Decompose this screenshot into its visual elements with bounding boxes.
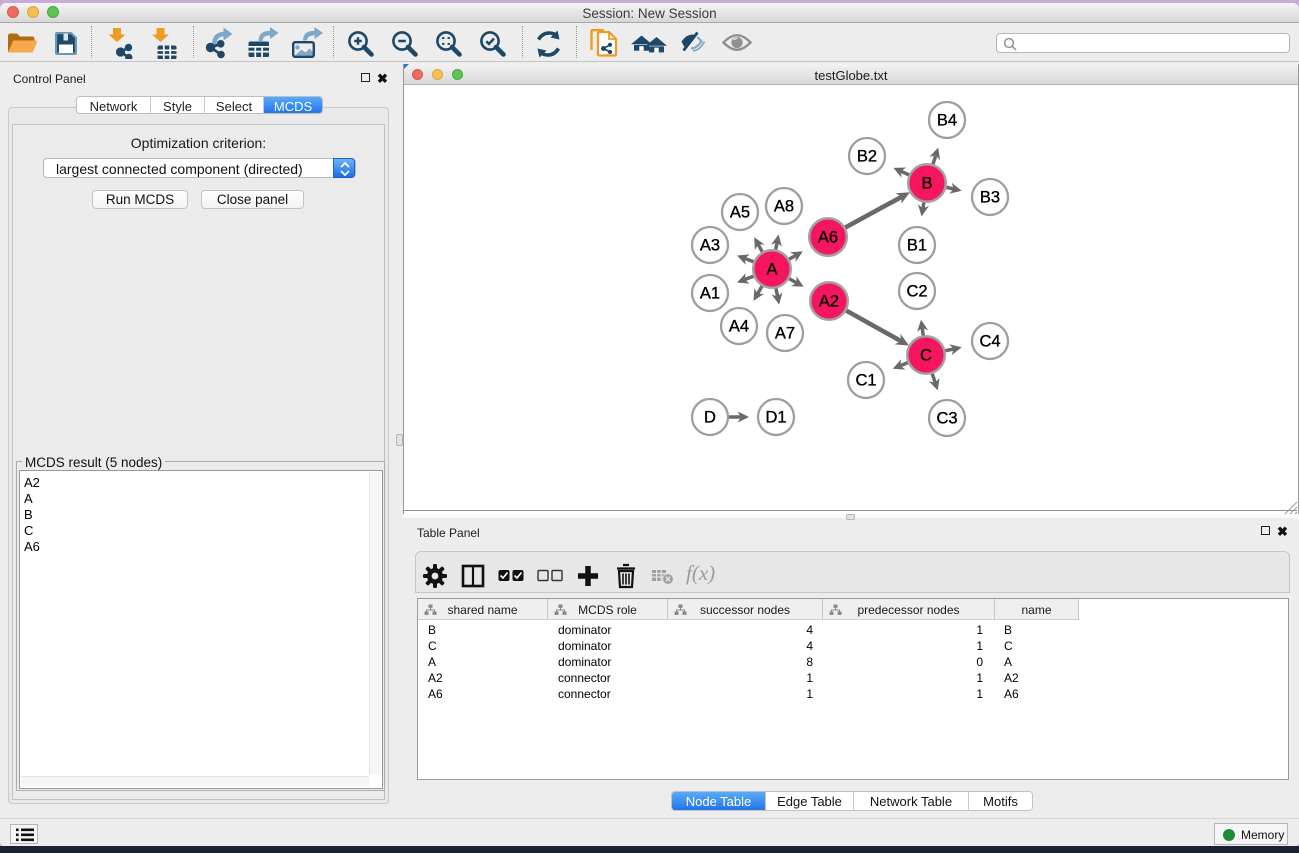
svg-text:B: B	[921, 175, 932, 193]
svg-text:A2: A2	[819, 293, 839, 311]
svg-text:A8: A8	[774, 198, 794, 216]
svg-text:C3: C3	[936, 410, 957, 428]
svg-text:C: C	[920, 347, 932, 365]
svg-text:C4: C4	[979, 333, 1000, 351]
svg-text:A1: A1	[700, 285, 720, 303]
svg-text:A7: A7	[775, 325, 795, 343]
svg-text:C2: C2	[906, 283, 927, 301]
svg-text:A6: A6	[818, 229, 838, 247]
svg-text:A5: A5	[730, 204, 750, 222]
svg-text:A3: A3	[700, 237, 720, 255]
svg-text:B3: B3	[980, 189, 1000, 207]
svg-text:C1: C1	[855, 372, 876, 390]
svg-text:D: D	[704, 409, 716, 427]
svg-text:B1: B1	[907, 237, 927, 255]
svg-text:B4: B4	[937, 112, 957, 130]
svg-text:B2: B2	[857, 148, 877, 166]
svg-text:D1: D1	[765, 409, 786, 427]
svg-text:A: A	[766, 261, 777, 279]
svg-text:A4: A4	[729, 318, 749, 336]
